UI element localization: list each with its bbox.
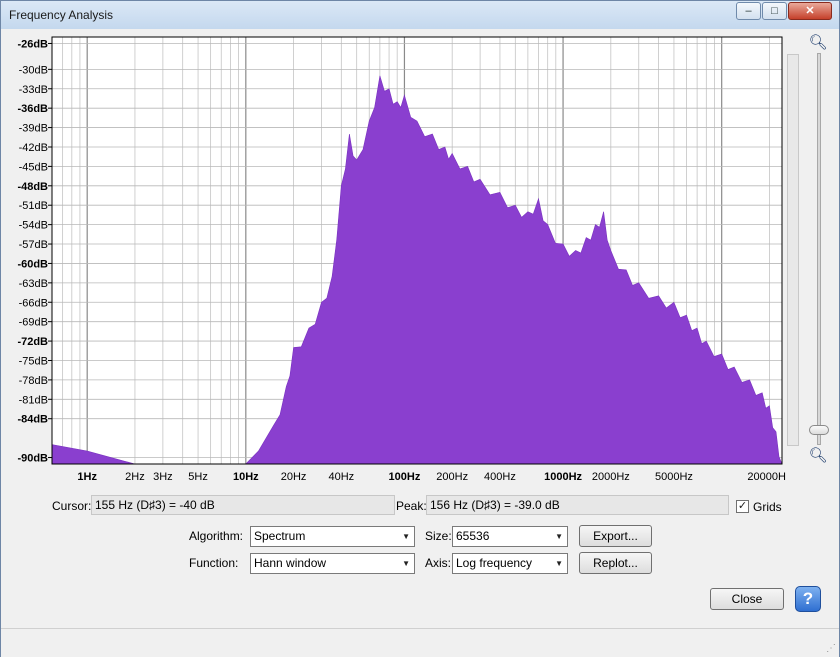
dropdown-arrow-icon: ▼ <box>555 532 563 541</box>
size-value: 65536 <box>456 529 490 543</box>
help-button[interactable]: ? <box>795 586 821 612</box>
y-tick-label: -75dB <box>19 355 48 367</box>
x-tick-label: 1000Hz <box>544 471 582 483</box>
algorithm-value: Spectrum <box>254 529 306 543</box>
grids-label: Grids <box>753 500 782 514</box>
function-value: Hann window <box>254 556 327 570</box>
y-tick-label: -42dB <box>19 142 48 154</box>
x-tick-label: 20Hz <box>281 471 307 483</box>
y-tick-label: -26dB <box>17 38 48 50</box>
x-tick-label: 200Hz <box>436 471 468 483</box>
size-select[interactable]: 65536 ▼ <box>452 526 568 547</box>
restore-button[interactable]: □ <box>762 2 787 20</box>
dropdown-arrow-icon: ▼ <box>402 559 410 568</box>
close-button[interactable]: Close <box>710 588 784 610</box>
x-tick-label: 5000Hz <box>655 471 693 483</box>
size-label: Size: <box>425 529 452 543</box>
algorithm-select[interactable]: Spectrum ▼ <box>250 526 415 547</box>
cursor-label: Cursor: <box>52 499 92 513</box>
vertical-scrollbar[interactable] <box>787 54 799 446</box>
y-tick-label: -63dB <box>19 278 48 290</box>
dropdown-arrow-icon: ▼ <box>555 559 563 568</box>
close-window-button[interactable]: ✕ <box>788 2 832 20</box>
y-tick-label: -57dB <box>19 239 48 251</box>
y-tick-label: -81dB <box>19 394 48 406</box>
replot-button[interactable]: Replot... <box>579 552 652 574</box>
y-tick-label: -72dB <box>17 336 48 348</box>
y-tick-label: -78dB <box>19 375 48 387</box>
zoom-in-icon[interactable]: 🔍︎ <box>808 33 828 53</box>
axis-select[interactable]: Log frequency ▼ <box>452 553 568 574</box>
y-tick-label: -90dB <box>17 453 48 465</box>
x-tick-label: 20000Hz <box>747 471 786 483</box>
grids-checkbox[interactable]: ✓ <box>736 500 749 513</box>
frequency-analysis-window: Frequency Analysis – □ ✕ -26dB -30dB -33dB… <box>0 0 840 657</box>
y-tick-label: -48dB <box>17 181 48 193</box>
cursor-readout: 155 Hz (D♯3) = -40 dB <box>91 495 395 515</box>
x-tick-label: 400Hz <box>484 471 516 483</box>
y-tick-label: -60dB <box>17 258 48 270</box>
minimize-button[interactable]: – <box>736 2 761 20</box>
x-tick-label: 2Hz <box>125 471 145 483</box>
zoom-out-icon[interactable]: 🔍︎ <box>808 446 828 466</box>
x-tick-label: 1Hz <box>77 471 97 483</box>
function-select[interactable]: Hann window ▼ <box>250 553 415 574</box>
y-tick-label: -66dB <box>19 297 48 309</box>
x-tick-label: 2000Hz <box>592 471 630 483</box>
zoom-slider-thumb[interactable] <box>809 425 829 435</box>
y-tick-label: -36dB <box>17 103 48 115</box>
peak-label: Peak: <box>396 499 427 513</box>
y-tick-label: -45dB <box>19 161 48 173</box>
y-tick-label: -54dB <box>19 220 48 232</box>
dropdown-arrow-icon: ▼ <box>402 532 410 541</box>
window-title: Frequency Analysis <box>9 8 114 22</box>
axis-label: Axis: <box>425 556 452 570</box>
spectrum-plot[interactable]: -26dB -30dB -33dB -36dB -39dB -42dB -45dB -48dB… <box>6 34 791 484</box>
x-tick-label: 100Hz <box>389 471 421 483</box>
x-tick-label: 5Hz <box>188 471 208 483</box>
y-tick-label: -69dB <box>19 317 48 329</box>
resize-grip-icon[interactable]: ⋰ <box>826 643 836 654</box>
spectrum-plot-area: -26dB -30dB -33dB -36dB -39dB -42dB -45dB -48dB… <box>6 34 791 484</box>
axis-value: Log frequency <box>456 556 533 570</box>
y-tick-label: -51dB <box>19 200 48 212</box>
status-bar: ⋰ <box>1 628 839 657</box>
title-bar[interactable]: Frequency Analysis – □ ✕ <box>1 1 839 29</box>
x-tick-label: 40Hz <box>328 471 354 483</box>
export-button[interactable]: Export... <box>579 525 652 547</box>
y-tick-label: -84dB <box>17 414 48 426</box>
y-tick-label: -33dB <box>19 84 48 96</box>
zoom-slider[interactable] <box>807 53 831 445</box>
y-tick-label: -39dB <box>19 123 48 135</box>
x-tick-label: 10Hz <box>233 471 259 483</box>
zoom-slider-track <box>817 53 821 445</box>
algorithm-label: Algorithm: <box>189 529 244 543</box>
x-tick-label: 3Hz <box>153 471 173 483</box>
function-label: Function: <box>189 556 239 570</box>
peak-readout: 156 Hz (D♯3) = -39.0 dB <box>426 495 729 515</box>
y-tick-label: -30dB <box>19 64 48 76</box>
